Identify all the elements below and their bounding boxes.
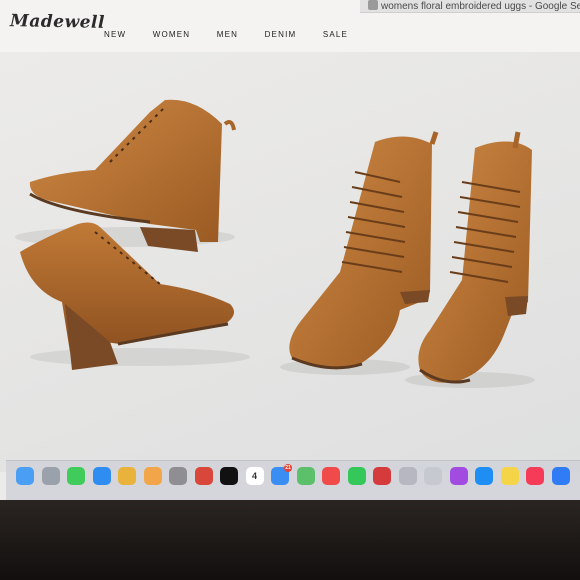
news-icon[interactable] <box>322 467 340 485</box>
monitor-screen: Madewell NEW WOMEN MEN DENIM SALE womens… <box>0 0 580 500</box>
chrome-icon[interactable] <box>118 467 136 485</box>
messages-icon[interactable] <box>67 467 85 485</box>
facetime-icon[interactable] <box>347 467 366 485</box>
maps-icon[interactable] <box>296 467 315 485</box>
main-nav: NEW WOMEN MEN DENIM SALE <box>104 22 370 42</box>
appstore-icon[interactable] <box>475 467 493 485</box>
google-icon <box>368 0 378 10</box>
notification-badge: 21 <box>284 464 292 472</box>
launchpad-icon[interactable] <box>41 467 60 485</box>
mail-icon[interactable]: 21 <box>271 464 292 485</box>
macos-dock: 4 21 <box>6 460 580 500</box>
accessibility-icon[interactable] <box>551 467 570 485</box>
boots-photo <box>15 99 535 388</box>
podcasts-icon[interactable] <box>449 467 468 485</box>
browser-tab[interactable]: womens floral embroidered uggs - Google … <box>360 0 580 13</box>
nav-new[interactable]: NEW <box>104 30 126 39</box>
appletv-icon[interactable] <box>220 467 238 485</box>
finder-icon[interactable] <box>16 467 34 485</box>
nav-women[interactable]: WOMEN <box>153 30 191 39</box>
music-icon[interactable] <box>526 467 544 485</box>
preview-icon[interactable] <box>398 467 417 485</box>
nav-denim[interactable]: DENIM <box>265 30 297 39</box>
photo-booth-icon[interactable] <box>373 467 391 485</box>
product-image[interactable] <box>0 52 580 472</box>
calendar-icon[interactable]: 4 <box>245 467 264 485</box>
boot-front-left <box>280 131 439 375</box>
chrome-icon[interactable] <box>194 467 213 485</box>
boot-side-top <box>15 99 236 252</box>
nav-sale[interactable]: SALE <box>323 30 348 39</box>
monitor-bezel <box>0 500 580 580</box>
notes-list-icon[interactable] <box>424 467 442 485</box>
browser-tab-title: womens floral embroidered uggs - Google … <box>381 1 580 12</box>
site-logo[interactable]: Madewell <box>10 11 105 33</box>
photos-icon[interactable] <box>143 467 162 485</box>
nav-men[interactable]: MEN <box>217 30 238 39</box>
safari-icon[interactable] <box>92 467 111 485</box>
calendar-day: 4 <box>251 471 257 481</box>
notes-icon[interactable] <box>500 467 519 485</box>
settings-icon[interactable] <box>169 467 187 485</box>
